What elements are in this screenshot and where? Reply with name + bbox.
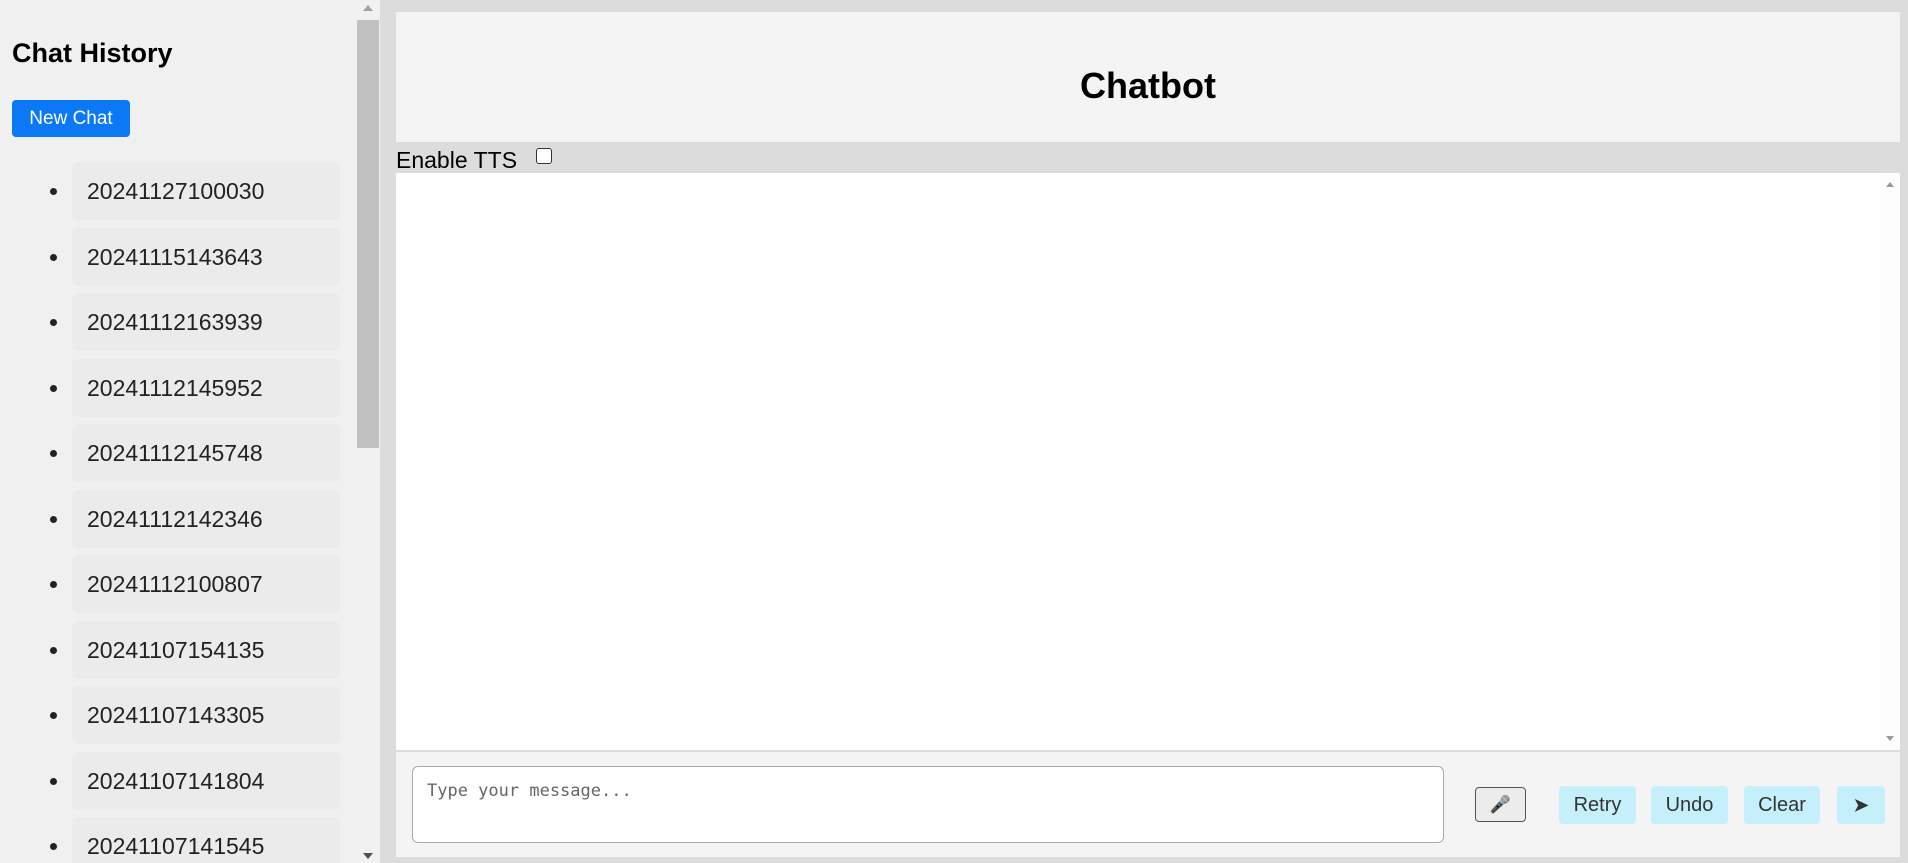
bullet-icon bbox=[50, 843, 57, 850]
bullet-icon bbox=[50, 777, 57, 785]
page-title: Chatbot bbox=[1080, 65, 1216, 106]
chat-messages-area[interactable] bbox=[396, 173, 1900, 750]
new-chat-button[interactable]: New Chat bbox=[12, 100, 130, 137]
bullet-icon bbox=[50, 646, 57, 654]
tts-checkbox[interactable] bbox=[536, 148, 552, 164]
history-item-label[interactable]: 20241112142346 bbox=[72, 489, 340, 548]
bullet-icon bbox=[50, 319, 57, 326]
history-item-label[interactable]: 20241112145952 bbox=[72, 358, 340, 417]
bullet-icon bbox=[50, 188, 57, 195]
history-item-label[interactable]: 20241107141545 bbox=[72, 817, 340, 863]
history-item-label[interactable]: 20241127100030 bbox=[72, 162, 340, 220]
bullet-icon bbox=[50, 515, 57, 523]
history-item-label[interactable]: 20241107143305 bbox=[72, 686, 340, 744]
chatbot-header: Chatbot bbox=[396, 12, 1900, 142]
scroll-up-arrow-icon[interactable] bbox=[363, 5, 373, 11]
message-input[interactable] bbox=[412, 766, 1444, 843]
tts-label: Enable TTS bbox=[396, 147, 518, 173]
send-arrow-icon: ➤ bbox=[1853, 795, 1869, 815]
history-item-label[interactable]: 20241112163939 bbox=[72, 293, 340, 351]
microphone-button[interactable]: 🎤 bbox=[1475, 787, 1526, 822]
clear-button[interactable]: Clear bbox=[1744, 786, 1820, 824]
history-item-label[interactable]: 20241112145748 bbox=[72, 424, 340, 482]
scroll-up-arrow-icon[interactable] bbox=[1886, 182, 1894, 187]
scroll-down-arrow-icon[interactable] bbox=[1886, 736, 1894, 741]
bullet-icon bbox=[50, 581, 57, 588]
history-item-label[interactable]: 20241112100807 bbox=[72, 555, 340, 613]
undo-button[interactable]: Undo bbox=[1651, 786, 1728, 824]
send-button[interactable]: ➤ bbox=[1837, 786, 1885, 824]
sidebar-scrollbar[interactable] bbox=[356, 0, 380, 863]
retry-button[interactable]: Retry bbox=[1559, 786, 1636, 824]
bullet-icon bbox=[50, 384, 57, 392]
microphone-icon: 🎤 bbox=[1489, 795, 1512, 814]
history-item-label[interactable]: 20241115143643 bbox=[72, 227, 340, 286]
scroll-down-arrow-icon[interactable] bbox=[363, 853, 373, 859]
message-input-bar: 🎤 Retry Undo Clear ➤ bbox=[396, 752, 1900, 857]
bullet-icon bbox=[50, 712, 57, 719]
sidebar-scrollbar-thumb[interactable] bbox=[357, 20, 379, 448]
sidebar-title: Chat History bbox=[12, 38, 173, 68]
chat-history-sidebar: Chat History New Chat 20241127100030 202… bbox=[0, 0, 380, 863]
bullet-icon bbox=[50, 253, 57, 261]
history-item-label[interactable]: 20241107154135 bbox=[72, 620, 340, 679]
tts-toggle-row: Enable TTS bbox=[396, 143, 896, 173]
chat-scrollbar[interactable] bbox=[1880, 173, 1900, 750]
bullet-icon bbox=[50, 450, 57, 457]
history-item-label[interactable]: 20241107141804 bbox=[72, 751, 340, 810]
